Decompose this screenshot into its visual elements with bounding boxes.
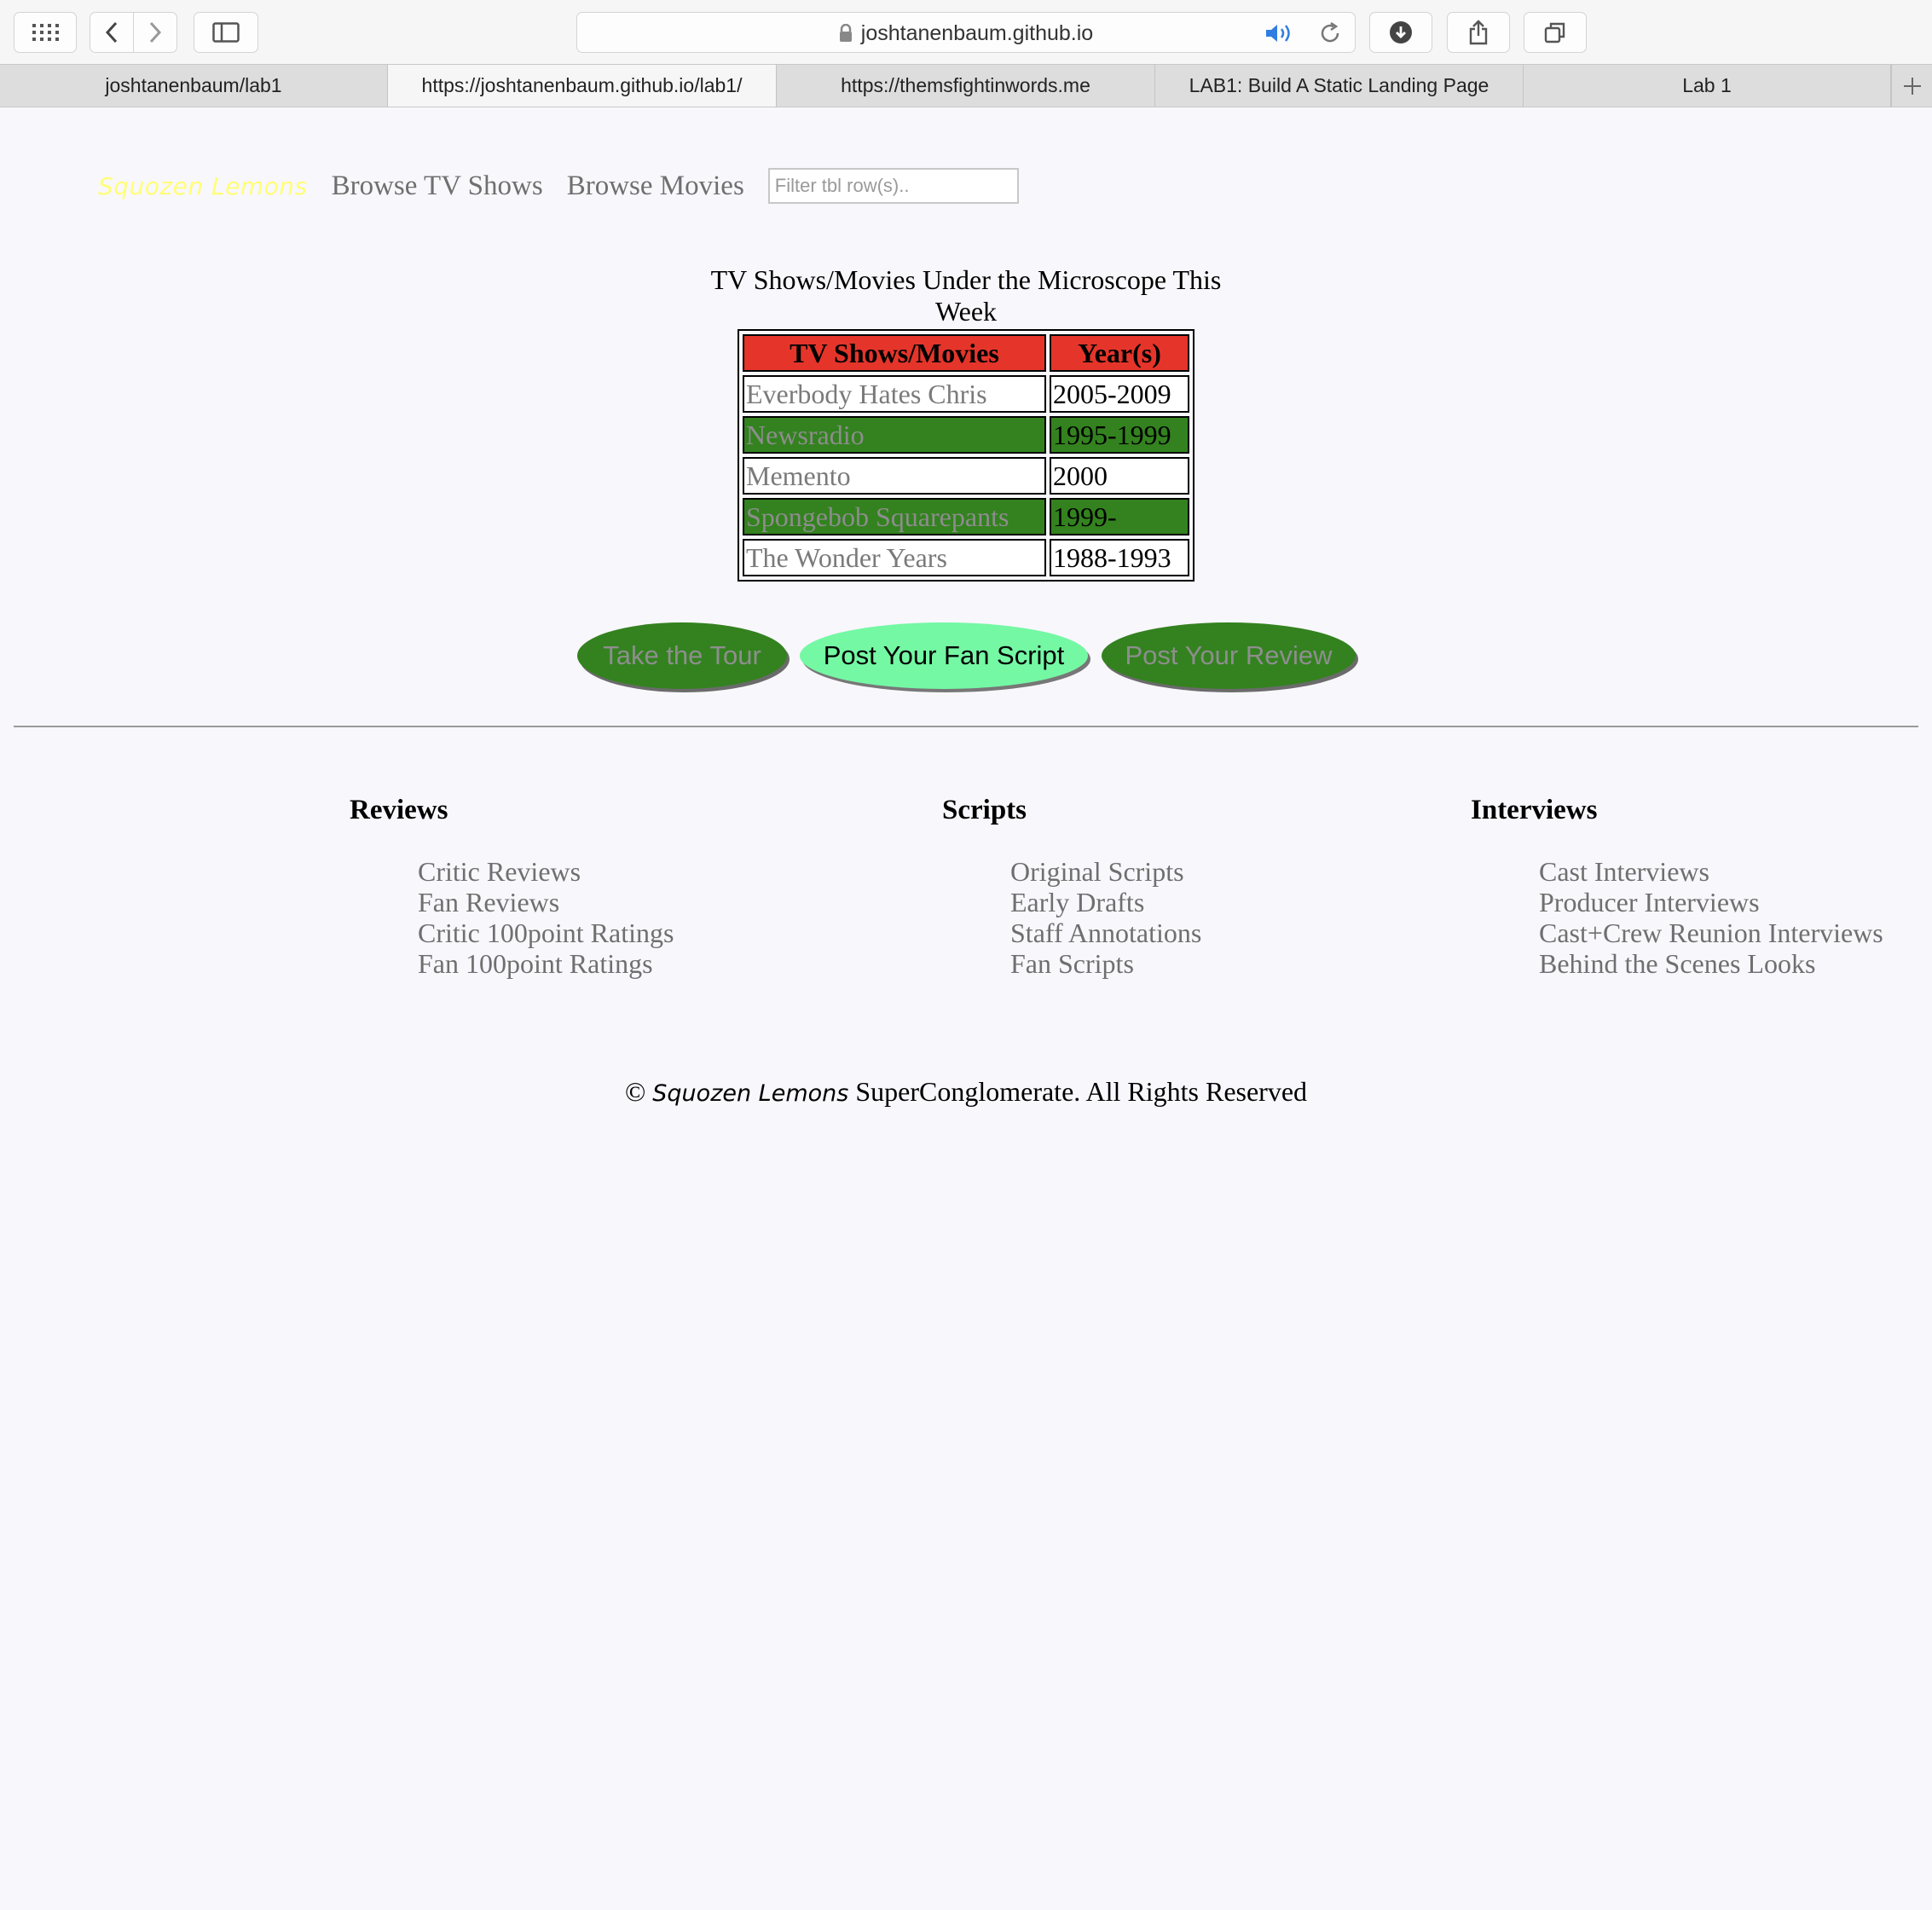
tab-5[interactable]: Lab 1 bbox=[1524, 65, 1891, 107]
footer-link[interactable]: Producer Interviews bbox=[1539, 887, 1883, 917]
footer-link[interactable]: Original Scripts bbox=[1010, 856, 1201, 887]
tab-1[interactable]: joshtanenbaum/lab1 bbox=[0, 65, 388, 107]
tabs-overview-button[interactable] bbox=[1524, 12, 1587, 53]
filter-table-input[interactable] bbox=[767, 168, 1019, 204]
sidebar-icon bbox=[212, 22, 240, 43]
footer-heading-reviews: Reviews bbox=[350, 795, 448, 825]
reload-icon[interactable] bbox=[1319, 22, 1341, 44]
table-row: Spongebob Squarepants 1999- bbox=[743, 498, 1189, 535]
address-bar[interactable]: joshtanenbaum.github.io bbox=[576, 12, 1356, 53]
post-fan-script-button[interactable]: Post Your Fan Script bbox=[800, 622, 1088, 689]
footer-link[interactable]: Cast+Crew Reunion Interviews bbox=[1539, 917, 1883, 948]
row-years: 1995-1999 bbox=[1050, 416, 1189, 454]
row-years: 2005-2009 bbox=[1050, 375, 1189, 413]
table-row: Memento 2000 bbox=[743, 457, 1189, 495]
row-title[interactable]: Everbody Hates Chris bbox=[743, 375, 1046, 413]
copyright-text: SuperConglomerate. All Rights Reserved bbox=[855, 1076, 1308, 1107]
tab-3[interactable]: https://themsfightinwords.me bbox=[777, 65, 1155, 107]
header-shows-movies: TV Shows/Movies bbox=[743, 334, 1046, 372]
lock-icon bbox=[839, 24, 852, 42]
tab-4[interactable]: LAB1: Build A Static Landing Page bbox=[1155, 65, 1524, 107]
browser-toolbar: joshtanenbaum.github.io bbox=[0, 0, 1932, 64]
new-tab-button[interactable] bbox=[1891, 65, 1932, 107]
share-icon bbox=[1469, 20, 1488, 45]
row-title[interactable]: Spongebob Squarepants bbox=[743, 498, 1046, 535]
table-header-row: TV Shows/Movies Year(s) bbox=[743, 334, 1189, 372]
copyright-symbol: © bbox=[624, 1076, 646, 1107]
table-row: Everbody Hates Chris 2005-2009 bbox=[743, 375, 1189, 413]
footer-column-interviews: Interviews Cast Interviews Producer Inte… bbox=[1471, 791, 1883, 979]
new-tab-plus-icon bbox=[1903, 77, 1921, 95]
row-title[interactable]: Memento bbox=[743, 457, 1046, 495]
post-review-button[interactable]: Post Your Review bbox=[1102, 622, 1356, 689]
header-years: Year(s) bbox=[1050, 334, 1189, 372]
footer-column-scripts: Scripts Original Scripts Early Drafts St… bbox=[942, 791, 1201, 979]
forward-icon bbox=[149, 21, 162, 43]
row-years: 2000 bbox=[1050, 457, 1189, 495]
downloads-button[interactable] bbox=[1369, 12, 1432, 53]
nav-browse-movies[interactable]: Browse Movies bbox=[567, 171, 744, 202]
apps-grid-icon bbox=[32, 24, 59, 41]
footer-column-reviews: Reviews Critic Reviews Fan Reviews Criti… bbox=[350, 791, 674, 979]
row-years: 1999- bbox=[1050, 498, 1189, 535]
back-button[interactable] bbox=[90, 12, 134, 53]
copyright-brand: Squozen Lemons bbox=[652, 1080, 849, 1107]
footer-link[interactable]: Cast Interviews bbox=[1539, 856, 1883, 887]
url-text: joshtanenbaum.github.io bbox=[860, 20, 1094, 45]
footer-link[interactable]: Staff Annotations bbox=[1010, 917, 1201, 948]
row-title[interactable]: The Wonder Years bbox=[743, 539, 1046, 576]
speaker-icon[interactable] bbox=[1264, 23, 1293, 43]
footer-link[interactable]: Fan 100point Ratings bbox=[418, 948, 674, 979]
footer-link[interactable]: Early Drafts bbox=[1010, 887, 1201, 917]
table-caption: TV Shows/Movies Under the Microscope Thi… bbox=[710, 264, 1222, 327]
row-years: 1988-1993 bbox=[1050, 539, 1189, 576]
take-the-tour-button[interactable]: Take the Tour bbox=[577, 622, 787, 689]
footer-link[interactable]: Critic Reviews bbox=[418, 856, 674, 887]
footer-link[interactable]: Fan Reviews bbox=[418, 887, 674, 917]
site-nav: Squozen Lemons Browse TV Shows Browse Mo… bbox=[98, 162, 1019, 210]
sidebar-toggle-button[interactable] bbox=[194, 12, 258, 53]
table-row: Newsradio 1995-1999 bbox=[743, 416, 1189, 454]
nav-browse-tv-shows[interactable]: Browse TV Shows bbox=[332, 171, 543, 202]
apps-grid-button[interactable] bbox=[14, 12, 77, 53]
back-icon bbox=[105, 21, 118, 43]
shows-table: TV Shows/Movies Year(s) Everbody Hates C… bbox=[738, 329, 1194, 582]
tab-2-active[interactable]: https://joshtanenbaum.github.io/lab1/ bbox=[388, 65, 777, 107]
forward-button[interactable] bbox=[133, 12, 177, 53]
row-title[interactable]: Newsradio bbox=[743, 416, 1046, 454]
footer-link[interactable]: Fan Scripts bbox=[1010, 948, 1201, 979]
tabs-overview-icon bbox=[1544, 22, 1565, 43]
section-divider bbox=[14, 726, 1918, 727]
copyright-line: © Squozen Lemons SuperConglomerate. All … bbox=[0, 1076, 1932, 1108]
site-brand[interactable]: Squozen Lemons bbox=[98, 172, 308, 200]
share-button[interactable] bbox=[1447, 12, 1510, 53]
table-row: The Wonder Years 1988-1993 bbox=[743, 539, 1189, 576]
footer-heading-interviews: Interviews bbox=[1471, 795, 1598, 825]
download-icon bbox=[1390, 21, 1412, 43]
footer-link[interactable]: Critic 100point Ratings bbox=[418, 917, 674, 948]
footer-link[interactable]: Behind the Scenes Looks bbox=[1539, 948, 1883, 979]
footer-heading-scripts: Scripts bbox=[942, 795, 1027, 825]
tab-bar: joshtanenbaum/lab1 https://joshtanenbaum… bbox=[0, 64, 1932, 107]
